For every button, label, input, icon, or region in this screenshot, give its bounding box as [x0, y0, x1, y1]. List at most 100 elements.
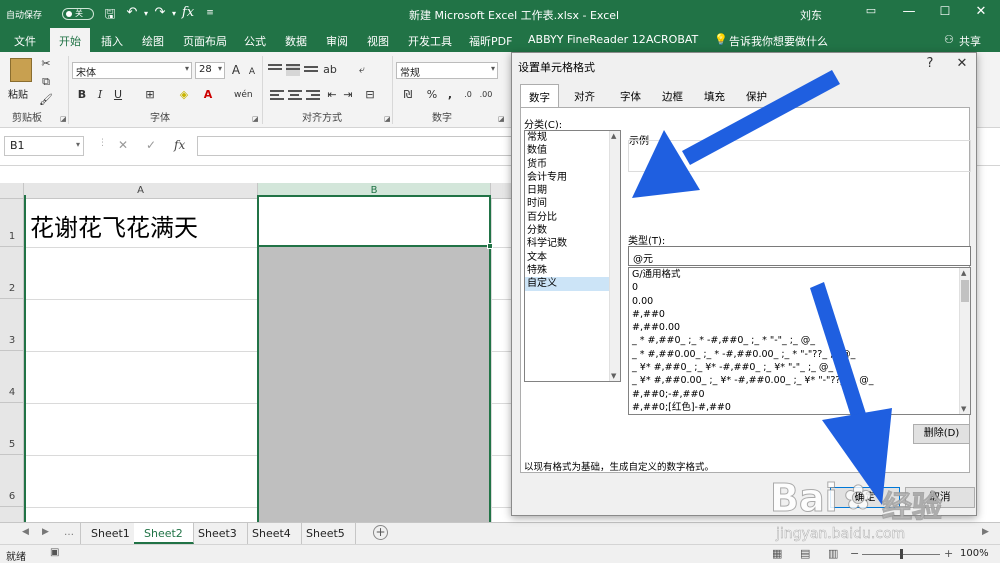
list-item[interactable]: 文本 — [525, 251, 620, 264]
tab-foxit-pdf[interactable]: 福昕PDF — [469, 33, 512, 49]
maximize-icon[interactable]: ☐ — [936, 4, 954, 18]
list-item[interactable]: 货币 — [525, 158, 620, 171]
enter-icon[interactable]: ✓ — [146, 138, 156, 152]
cut-icon[interactable]: ✂ — [38, 56, 54, 72]
decrease-font-icon[interactable]: A — [244, 64, 260, 80]
name-box[interactable]: B1 ▾ — [4, 136, 84, 156]
orientation-icon[interactable]: ab — [322, 62, 338, 78]
list-item[interactable]: 分数 — [525, 224, 620, 237]
fill-color-icon[interactable]: ◈ — [176, 87, 192, 103]
paste-button[interactable]: 粘贴 — [8, 86, 28, 101]
list-item[interactable]: #,##0 — [629, 308, 970, 321]
cancel-icon[interactable]: ✕ — [118, 138, 128, 152]
scroll-thumb[interactable] — [961, 280, 969, 302]
list-item[interactable]: 日期 — [525, 184, 620, 197]
increase-decimal-icon[interactable]: .0 — [460, 87, 476, 103]
tab-alignment[interactable]: 对齐 — [566, 87, 603, 106]
insert-function-icon[interactable]: fx — [174, 138, 185, 152]
help-button[interactable]: ? — [922, 56, 938, 71]
comma-style-icon[interactable]: , — [442, 87, 458, 103]
type-input[interactable]: @元 — [628, 246, 971, 266]
tab-acrobat[interactable]: ACROBAT — [646, 33, 698, 46]
tab-file[interactable]: 文件 — [14, 33, 36, 49]
align-left-icon[interactable] — [270, 90, 284, 102]
format-painter-icon[interactable]: 🖌 — [38, 92, 54, 108]
font-color-icon[interactable]: A — [200, 87, 216, 103]
list-item[interactable]: G/通用格式 — [629, 268, 970, 281]
scroll-down-icon[interactable]: ▼ — [961, 405, 966, 413]
list-item[interactable]: _ * #,##0.00_ ;_ * -#,##0.00_ ;_ * "-"??… — [629, 348, 970, 361]
tab-formulas[interactable]: 公式 — [244, 33, 266, 49]
tab-view[interactable]: 视图 — [367, 33, 389, 49]
list-item-selected[interactable]: 自定义 — [525, 277, 620, 291]
row-header-3[interactable]: 3 — [0, 299, 24, 351]
tab-font[interactable]: 字体 — [612, 87, 649, 106]
sheet-tab-2[interactable]: Sheet2 — [134, 523, 194, 544]
row-header-1[interactable]: 1 — [0, 199, 24, 247]
align-right-icon[interactable] — [306, 90, 320, 102]
select-all-corner[interactable] — [0, 183, 24, 199]
more-sheets-icon[interactable]: … — [64, 527, 74, 538]
function-icon[interactable]: fx — [180, 5, 196, 20]
copy-icon[interactable]: ⧉ — [38, 74, 54, 90]
save-icon[interactable]: 🖫 — [102, 5, 118, 27]
sheet-tab-3[interactable]: Sheet3 — [188, 523, 248, 544]
row-header-4[interactable]: 4 — [0, 351, 24, 403]
font-size-combo[interactable]: 28 ▾ — [195, 62, 225, 79]
dialog-close-button[interactable]: ✕ — [954, 56, 970, 71]
paste-icon[interactable] — [10, 58, 32, 82]
tab-insert[interactable]: 插入 — [101, 33, 123, 49]
list-item[interactable]: 科学记数 — [525, 237, 620, 250]
sheet-tab-4[interactable]: Sheet4 — [242, 523, 302, 544]
list-item[interactable]: 特殊 — [525, 264, 620, 277]
list-item[interactable]: 会计专用 — [525, 171, 620, 184]
worksheet-grid[interactable]: A B 1 2 3 4 5 6 花谢花飞花满天 — [0, 166, 515, 522]
borders-icon[interactable]: ⊞ — [142, 87, 158, 103]
tab-number[interactable]: 数字 — [520, 84, 559, 108]
font-name-combo[interactable]: 宋体 ▾ — [72, 62, 192, 79]
underline-icon[interactable]: U — [110, 87, 126, 103]
list-item[interactable]: 0.00 — [629, 295, 970, 308]
tell-me-box[interactable]: 告诉我你想要做什么 — [729, 33, 828, 49]
percent-icon[interactable]: % — [424, 87, 440, 103]
increase-indent-icon[interactable]: ⇥ — [340, 87, 356, 103]
list-item[interactable]: _ ¥* #,##0.00_ ;_ ¥* -#,##0.00_ ;_ ¥* "-… — [629, 374, 970, 387]
tab-developer[interactable]: 开发工具 — [408, 33, 452, 49]
delete-button[interactable]: 删除(D) — [913, 424, 970, 444]
tab-home[interactable]: 开始 — [50, 28, 90, 52]
list-item[interactable]: _ * #,##0_ ;_ * -#,##0_ ;_ * "-"_ ;_ @_ — [629, 334, 970, 347]
alignment-launcher-icon[interactable]: ◪ — [384, 115, 391, 123]
sheet-tab-5[interactable]: Sheet5 — [296, 523, 356, 544]
selected-column-b-range[interactable] — [258, 246, 491, 522]
next-sheet-icon[interactable]: ▶ — [42, 527, 49, 537]
category-list[interactable]: 常规 数值 货币 会计专用 日期 时间 百分比 分数 科学记数 文本 特殊 自定… — [524, 130, 621, 382]
autosave-toggle[interactable]: 关 — [62, 8, 94, 20]
cell-a1[interactable]: 花谢花飞花满天 — [30, 208, 198, 243]
tab-protection[interactable]: 保护 — [738, 87, 775, 106]
list-item[interactable]: 常规 — [525, 131, 620, 144]
user-name[interactable]: 刘东 — [800, 7, 822, 23]
font-launcher-icon[interactable]: ◪ — [252, 115, 259, 123]
share-button[interactable]: 共享 — [959, 33, 981, 49]
align-top-icon[interactable] — [268, 64, 282, 76]
clipboard-launcher-icon[interactable]: ◪ — [60, 115, 67, 123]
tab-data[interactable]: 数据 — [285, 33, 307, 49]
accounting-format-icon[interactable]: ₪ — [400, 87, 416, 103]
list-item[interactable]: 0 — [629, 281, 970, 294]
phonetic-icon[interactable]: wén — [234, 87, 253, 103]
column-header-a[interactable]: A — [24, 183, 258, 199]
active-cell-b1[interactable] — [257, 195, 493, 249]
list-item[interactable]: _ ¥* #,##0_ ;_ ¥* -#,##0_ ;_ ¥* "-"_ ;_ … — [629, 361, 970, 374]
row-header-6[interactable]: 6 — [0, 455, 24, 507]
scroll-down-icon[interactable]: ▼ — [611, 372, 616, 380]
row-header-7[interactable] — [0, 507, 24, 522]
align-bottom-icon[interactable] — [304, 66, 318, 78]
number-launcher-icon[interactable]: ◪ — [498, 115, 505, 123]
list-item[interactable]: #,##0;[红色]-#,##0 — [629, 401, 970, 414]
increase-font-icon[interactable]: A — [228, 62, 244, 78]
tab-border[interactable]: 边框 — [654, 87, 691, 106]
category-scrollbar[interactable]: ▲ ▼ — [609, 131, 620, 381]
number-format-combo[interactable]: 常规 ▾ — [396, 62, 498, 79]
tab-review[interactable]: 审阅 — [326, 33, 348, 49]
tab-page-layout[interactable]: 页面布局 — [183, 33, 227, 49]
